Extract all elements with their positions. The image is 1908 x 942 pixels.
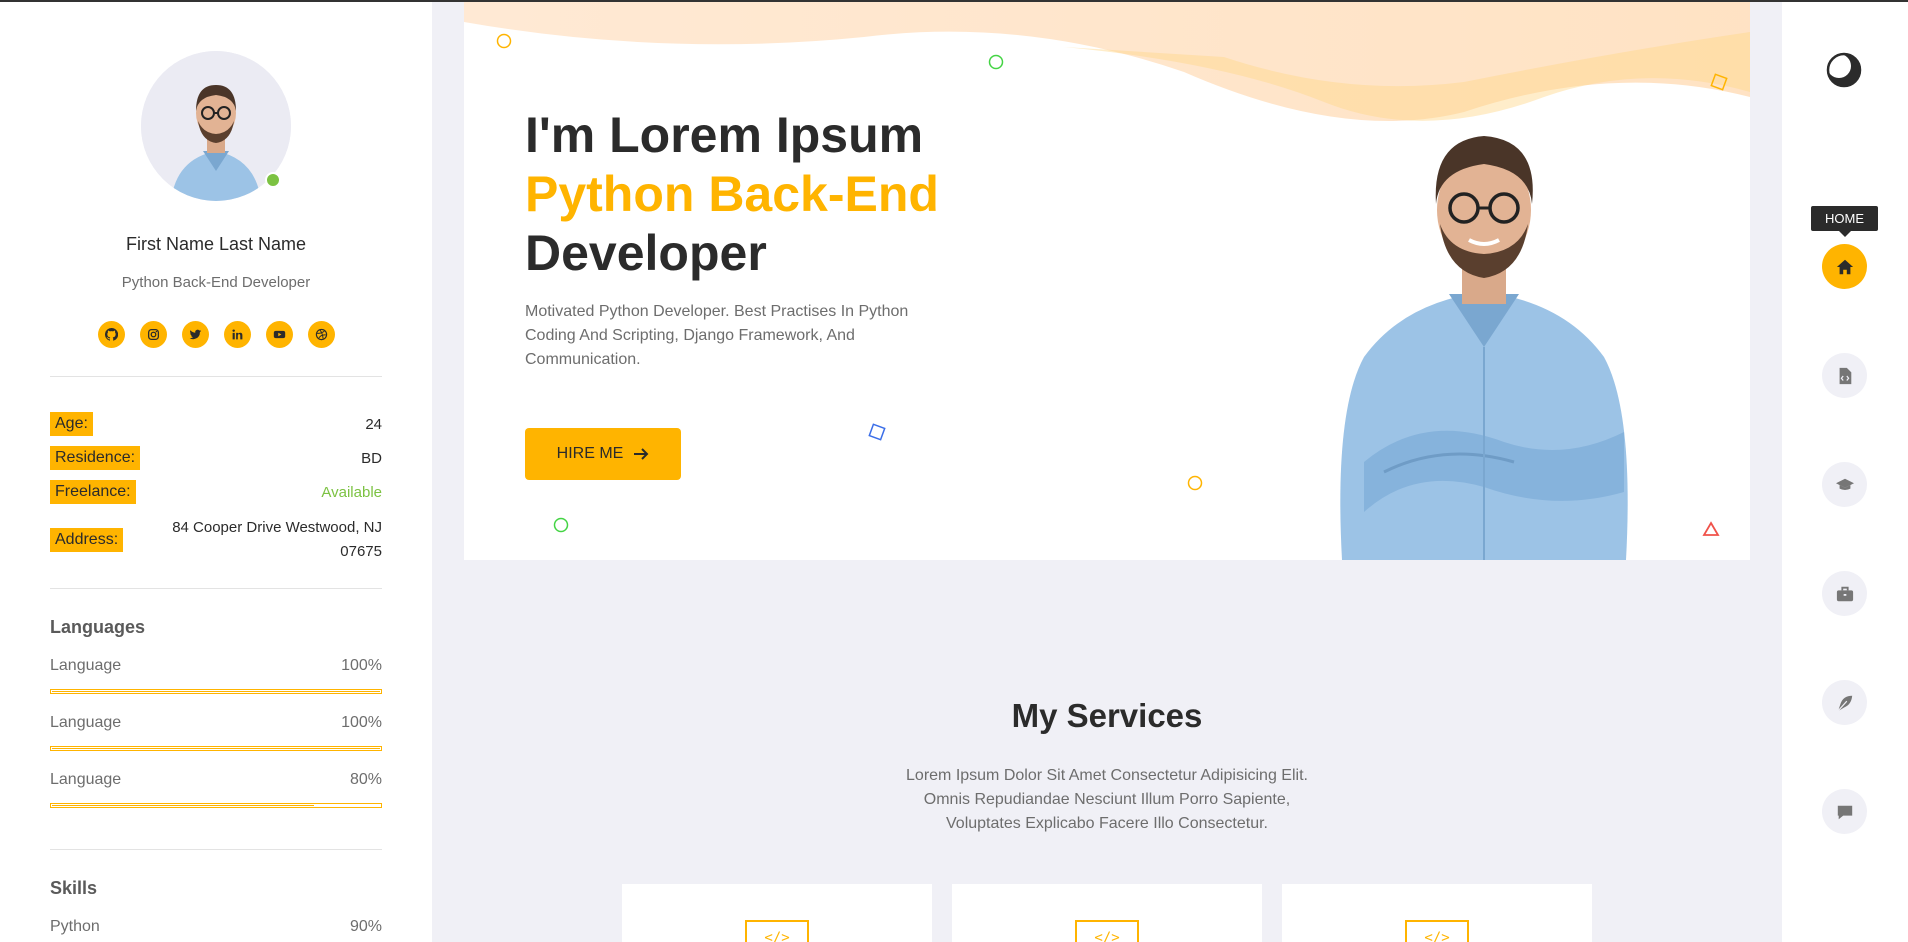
info-value: 24: [365, 415, 382, 433]
info-label: Age:: [50, 412, 93, 436]
skills-title: Skills: [50, 878, 98, 898]
address-line-2: 07675: [340, 543, 382, 560]
briefcase-icon: [1836, 586, 1853, 601]
language-value: 80%: [349, 771, 382, 788]
nav-blog[interactable]: [1822, 680, 1867, 725]
info-value: BD: [361, 449, 382, 467]
arrow-right-icon: [634, 448, 649, 460]
code-icon: </>: [1405, 920, 1469, 942]
service-card[interactable]: </>: [952, 884, 1262, 942]
info-label: Address:: [50, 528, 124, 552]
triangle-shape: [1702, 521, 1720, 536]
services-description-line: Omnis Repudiandae Nesciunt Illum Porro S…: [923, 791, 1291, 808]
profile-role: Python Back-End Developer: [121, 274, 311, 291]
language-value: 100%: [341, 714, 382, 731]
info-label: Residence:: [50, 446, 141, 470]
circle-shape: [988, 54, 1004, 70]
social-links: [98, 321, 335, 348]
nav-experience[interactable]: [1822, 571, 1867, 616]
nav-portfolio[interactable]: [1822, 353, 1867, 398]
nav-tooltip: HOME: [1811, 206, 1878, 237]
hire-me-button[interactable]: HIRE ME: [525, 428, 681, 480]
services-description-line: Lorem Ipsum Dolor Sit Amet Consectetur A…: [906, 767, 1308, 784]
online-status-dot: [265, 172, 281, 188]
skill-value: 90%: [349, 918, 382, 935]
progress-fill: [52, 691, 380, 692]
divider: [50, 376, 382, 377]
comment-icon: [1837, 805, 1852, 819]
twitter-icon[interactable]: [182, 321, 209, 348]
info-address: Address: 84 Cooper Drive Westwood, NJ 07…: [50, 516, 382, 564]
progress-track: [50, 803, 382, 808]
info-label: Freelance:: [50, 480, 136, 504]
services-description: Lorem Ipsum Dolor Sit Amet Consectetur A…: [857, 764, 1357, 836]
right-navigation: HOME: [1782, 2, 1908, 942]
services-description-line: Voluptates Explicabo Facere Illo Consect…: [946, 815, 1268, 832]
circle-shape: [1187, 475, 1203, 491]
services-title: My Services: [1011, 697, 1203, 734]
service-card[interactable]: </>: [622, 884, 932, 942]
graduation-cap-icon: [1835, 478, 1854, 490]
hero-line-2: Python Back-End: [525, 166, 939, 222]
divider: [50, 849, 382, 850]
code-icon: </>: [745, 920, 809, 942]
circle-shape: [553, 517, 569, 533]
language-item: Language 100%: [50, 714, 382, 751]
home-icon: [1836, 259, 1853, 274]
hire-me-label: HIRE ME: [556, 445, 624, 462]
hero-person-image: [1340, 136, 1628, 560]
feather-icon: [1837, 695, 1852, 711]
progress-track: [50, 746, 382, 751]
info-residence: Residence: BD: [50, 446, 382, 470]
hero-line-1: I'm Lorem Ipsum: [525, 107, 924, 163]
info-freelance: Freelance: Available: [50, 480, 382, 504]
circle-shape: [496, 33, 512, 49]
code-icon: </>: [1075, 920, 1139, 942]
freelance-status: Available: [321, 483, 382, 501]
nav-home[interactable]: [1822, 244, 1867, 289]
nav-contact[interactable]: [1822, 789, 1867, 834]
info-value: 84 Cooper Drive Westwood, NJ 07675: [172, 516, 382, 564]
address-line-1: 84 Cooper Drive Westwood, NJ: [172, 519, 382, 536]
nav-education[interactable]: [1822, 462, 1867, 507]
language-value: 100%: [341, 657, 382, 674]
hero-section: I'm Lorem Ipsum Python Back-End Develope…: [464, 2, 1750, 560]
skill-item: Python 90%: [50, 918, 382, 936]
language-item: Language 100%: [50, 657, 382, 694]
linkedin-icon[interactable]: [224, 321, 251, 348]
service-card[interactable]: </>: [1282, 884, 1592, 942]
divider: [50, 588, 382, 589]
moon-icon[interactable]: [1826, 52, 1862, 88]
languages-title: Languages: [50, 617, 146, 637]
language-label: Language: [50, 771, 122, 788]
youtube-icon[interactable]: [266, 321, 293, 348]
progress-fill: [52, 805, 315, 806]
diamond-shape: [1710, 73, 1728, 91]
hero-heading: I'm Lorem Ipsum Python Back-End Develope…: [525, 106, 939, 283]
dribbble-icon[interactable]: [308, 321, 335, 348]
hero-description: Motivated Python Developer. Best Practis…: [525, 303, 909, 368]
profile-name: First Name Last Name: [125, 234, 307, 254]
hero-line-3: Developer: [525, 225, 767, 281]
info-age: Age: 24: [50, 412, 382, 436]
code-file-icon: [1839, 367, 1851, 384]
progress-fill: [52, 748, 380, 749]
skill-label: Python: [50, 918, 100, 935]
instagram-icon[interactable]: [140, 321, 167, 348]
github-icon[interactable]: [98, 321, 125, 348]
progress-track: [50, 689, 382, 694]
language-label: Language: [50, 657, 122, 674]
language-item: Language 80%: [50, 771, 382, 808]
diamond-shape: [868, 423, 886, 441]
main-content: I'm Lorem Ipsum Python Back-End Develope…: [432, 2, 1782, 942]
language-label: Language: [50, 714, 122, 731]
profile-sidebar: First Name Last Name Python Back-End Dev…: [0, 2, 432, 942]
